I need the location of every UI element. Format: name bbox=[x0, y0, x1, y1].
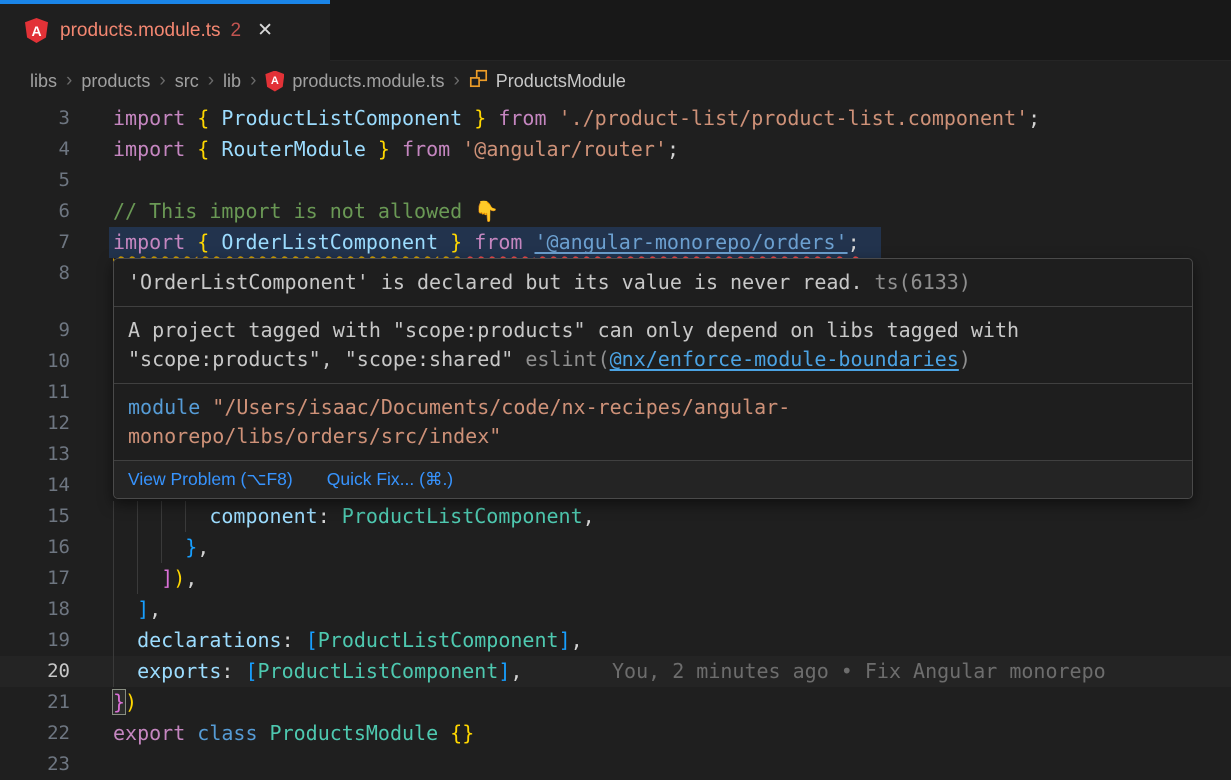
hover-popup: 'OrderListComponent' is declared but its… bbox=[113, 258, 1193, 499]
line-number: 13 bbox=[0, 439, 70, 470]
line-number: 16 bbox=[0, 532, 70, 563]
module-path: "/Users/isaac/Documents/code/nx-recipes/… bbox=[128, 395, 790, 448]
diagnostic-ts-message: 'OrderListComponent' is declared but its… bbox=[128, 270, 863, 294]
line-number: 21 bbox=[0, 687, 70, 718]
code-line-17: 17 ]), bbox=[0, 563, 1231, 594]
line-number: 10 bbox=[0, 346, 70, 377]
code-line-4: 4 import { RouterModule } from '@angular/… bbox=[0, 134, 1231, 165]
angular-icon: A bbox=[265, 71, 284, 92]
close-icon[interactable]: ✕ bbox=[257, 19, 273, 42]
line-number: 11 bbox=[0, 377, 70, 408]
module-keyword: module bbox=[128, 395, 200, 419]
git-blame-annotation: You, 2 minutes ago • Fix Angular monorep… bbox=[612, 656, 1106, 687]
code-line-16: 16 }, bbox=[0, 532, 1231, 563]
chevron-right-icon: › bbox=[159, 70, 165, 92]
line-number: 15 bbox=[0, 501, 70, 532]
eslint-rule-link[interactable]: @nx/enforce-module-boundaries bbox=[610, 347, 959, 371]
chevron-right-icon: › bbox=[66, 70, 72, 92]
line-number: 6 bbox=[0, 196, 70, 227]
code-text[interactable]: import { ProductListComponent } from './… bbox=[113, 103, 1040, 134]
code-line-6: 6 // This import is not allowed 👇 bbox=[0, 196, 1231, 227]
code-text[interactable]: }) bbox=[113, 687, 137, 718]
code-line-19: 19 declarations: [ProductListComponent], bbox=[0, 625, 1231, 656]
hover-section-ts-diagnostic: 'OrderListComponent' is declared but its… bbox=[114, 259, 1192, 307]
line-number: 14 bbox=[0, 470, 70, 501]
tab-bar: A products.module.ts 2 ✕ bbox=[0, 0, 1231, 61]
code-line-20: 20 exports: [ProductListComponent], You, … bbox=[0, 656, 1231, 687]
code-text[interactable]: component: ProductListComponent, bbox=[113, 501, 595, 532]
code-text[interactable]: import { OrderListComponent } from '@ang… bbox=[113, 227, 860, 258]
line-number: 9 bbox=[0, 315, 70, 346]
code-line-23: 23 bbox=[0, 749, 1231, 780]
line-number: 12 bbox=[0, 408, 70, 439]
code-text[interactable]: // This import is not allowed 👇 bbox=[113, 196, 499, 227]
breadcrumb-item-file[interactable]: products.module.ts bbox=[292, 71, 444, 92]
quick-fix-link[interactable]: Quick Fix... (⌘.) bbox=[327, 469, 453, 490]
line-number: 18 bbox=[0, 594, 70, 625]
code-line-18: 18 ], bbox=[0, 594, 1231, 625]
view-problem-link[interactable]: View Problem (⌥F8) bbox=[128, 469, 293, 490]
breadcrumb-item-products[interactable]: products bbox=[81, 71, 150, 92]
line-number: 7 bbox=[0, 227, 70, 258]
breadcrumb-item-libs[interactable]: libs bbox=[30, 71, 57, 92]
line-number: 20 bbox=[0, 656, 70, 687]
line-number: 22 bbox=[0, 718, 70, 749]
line-number: 3 bbox=[0, 103, 70, 134]
hover-status-bar: View Problem (⌥F8) Quick Fix... (⌘.) bbox=[114, 461, 1192, 498]
line-number: 4 bbox=[0, 134, 70, 165]
code-text[interactable]: }, bbox=[113, 532, 209, 563]
code-line-22: 22 export class ProductsModule {} bbox=[0, 718, 1231, 749]
code-text[interactable]: import { RouterModule } from '@angular/r… bbox=[113, 134, 679, 165]
angular-icon: A bbox=[25, 18, 48, 43]
class-symbol-icon bbox=[469, 69, 488, 93]
chevron-right-icon: › bbox=[250, 70, 256, 92]
eslint-source-prefix: eslint( bbox=[513, 347, 609, 371]
code-line-21: 21}) bbox=[0, 687, 1231, 718]
code-text[interactable]: export class ProductsModule {} bbox=[113, 718, 474, 749]
code-line-3: 3 import { ProductListComponent } from '.… bbox=[0, 103, 1231, 134]
tab-products-module[interactable]: A products.module.ts 2 ✕ bbox=[0, 0, 330, 61]
chevron-right-icon: › bbox=[208, 70, 214, 92]
breadcrumb-item-src[interactable]: src bbox=[175, 71, 199, 92]
line-number: 19 bbox=[0, 625, 70, 656]
line-number: 8 bbox=[0, 258, 70, 289]
breadcrumb-item-lib[interactable]: lib bbox=[223, 71, 241, 92]
code-text[interactable]: declarations: [ProductListComponent], bbox=[113, 625, 583, 656]
tab-title: products.module.ts bbox=[60, 20, 221, 42]
line-number: 17 bbox=[0, 563, 70, 594]
code-text[interactable]: ], bbox=[113, 594, 161, 625]
line-number: 23 bbox=[0, 749, 70, 780]
eslint-source-suffix: ) bbox=[959, 347, 971, 371]
hover-section-module-declaration: module "/Users/isaac/Documents/code/nx-r… bbox=[114, 384, 1192, 461]
hover-section-eslint-diagnostic: A project tagged with "scope:products" c… bbox=[114, 307, 1192, 384]
code-text[interactable]: exports: [ProductListComponent], bbox=[113, 656, 522, 687]
line-number: 5 bbox=[0, 165, 70, 196]
breadcrumb: libs › products › src › lib › A products… bbox=[0, 62, 1231, 100]
code-line-15: 15 component: ProductListComponent, bbox=[0, 501, 1231, 532]
chevron-right-icon: › bbox=[453, 70, 459, 92]
breadcrumb-item-symbol[interactable]: ProductsModule bbox=[496, 71, 626, 92]
tab-error-count-badge: 2 bbox=[231, 20, 242, 42]
code-line-5: 5 bbox=[0, 165, 1231, 196]
code-line-7: 7 import { OrderListComponent } from '@an… bbox=[0, 227, 1231, 258]
diagnostic-ts-code: ts(6133) bbox=[863, 270, 971, 294]
code-text[interactable]: ]), bbox=[113, 563, 197, 594]
